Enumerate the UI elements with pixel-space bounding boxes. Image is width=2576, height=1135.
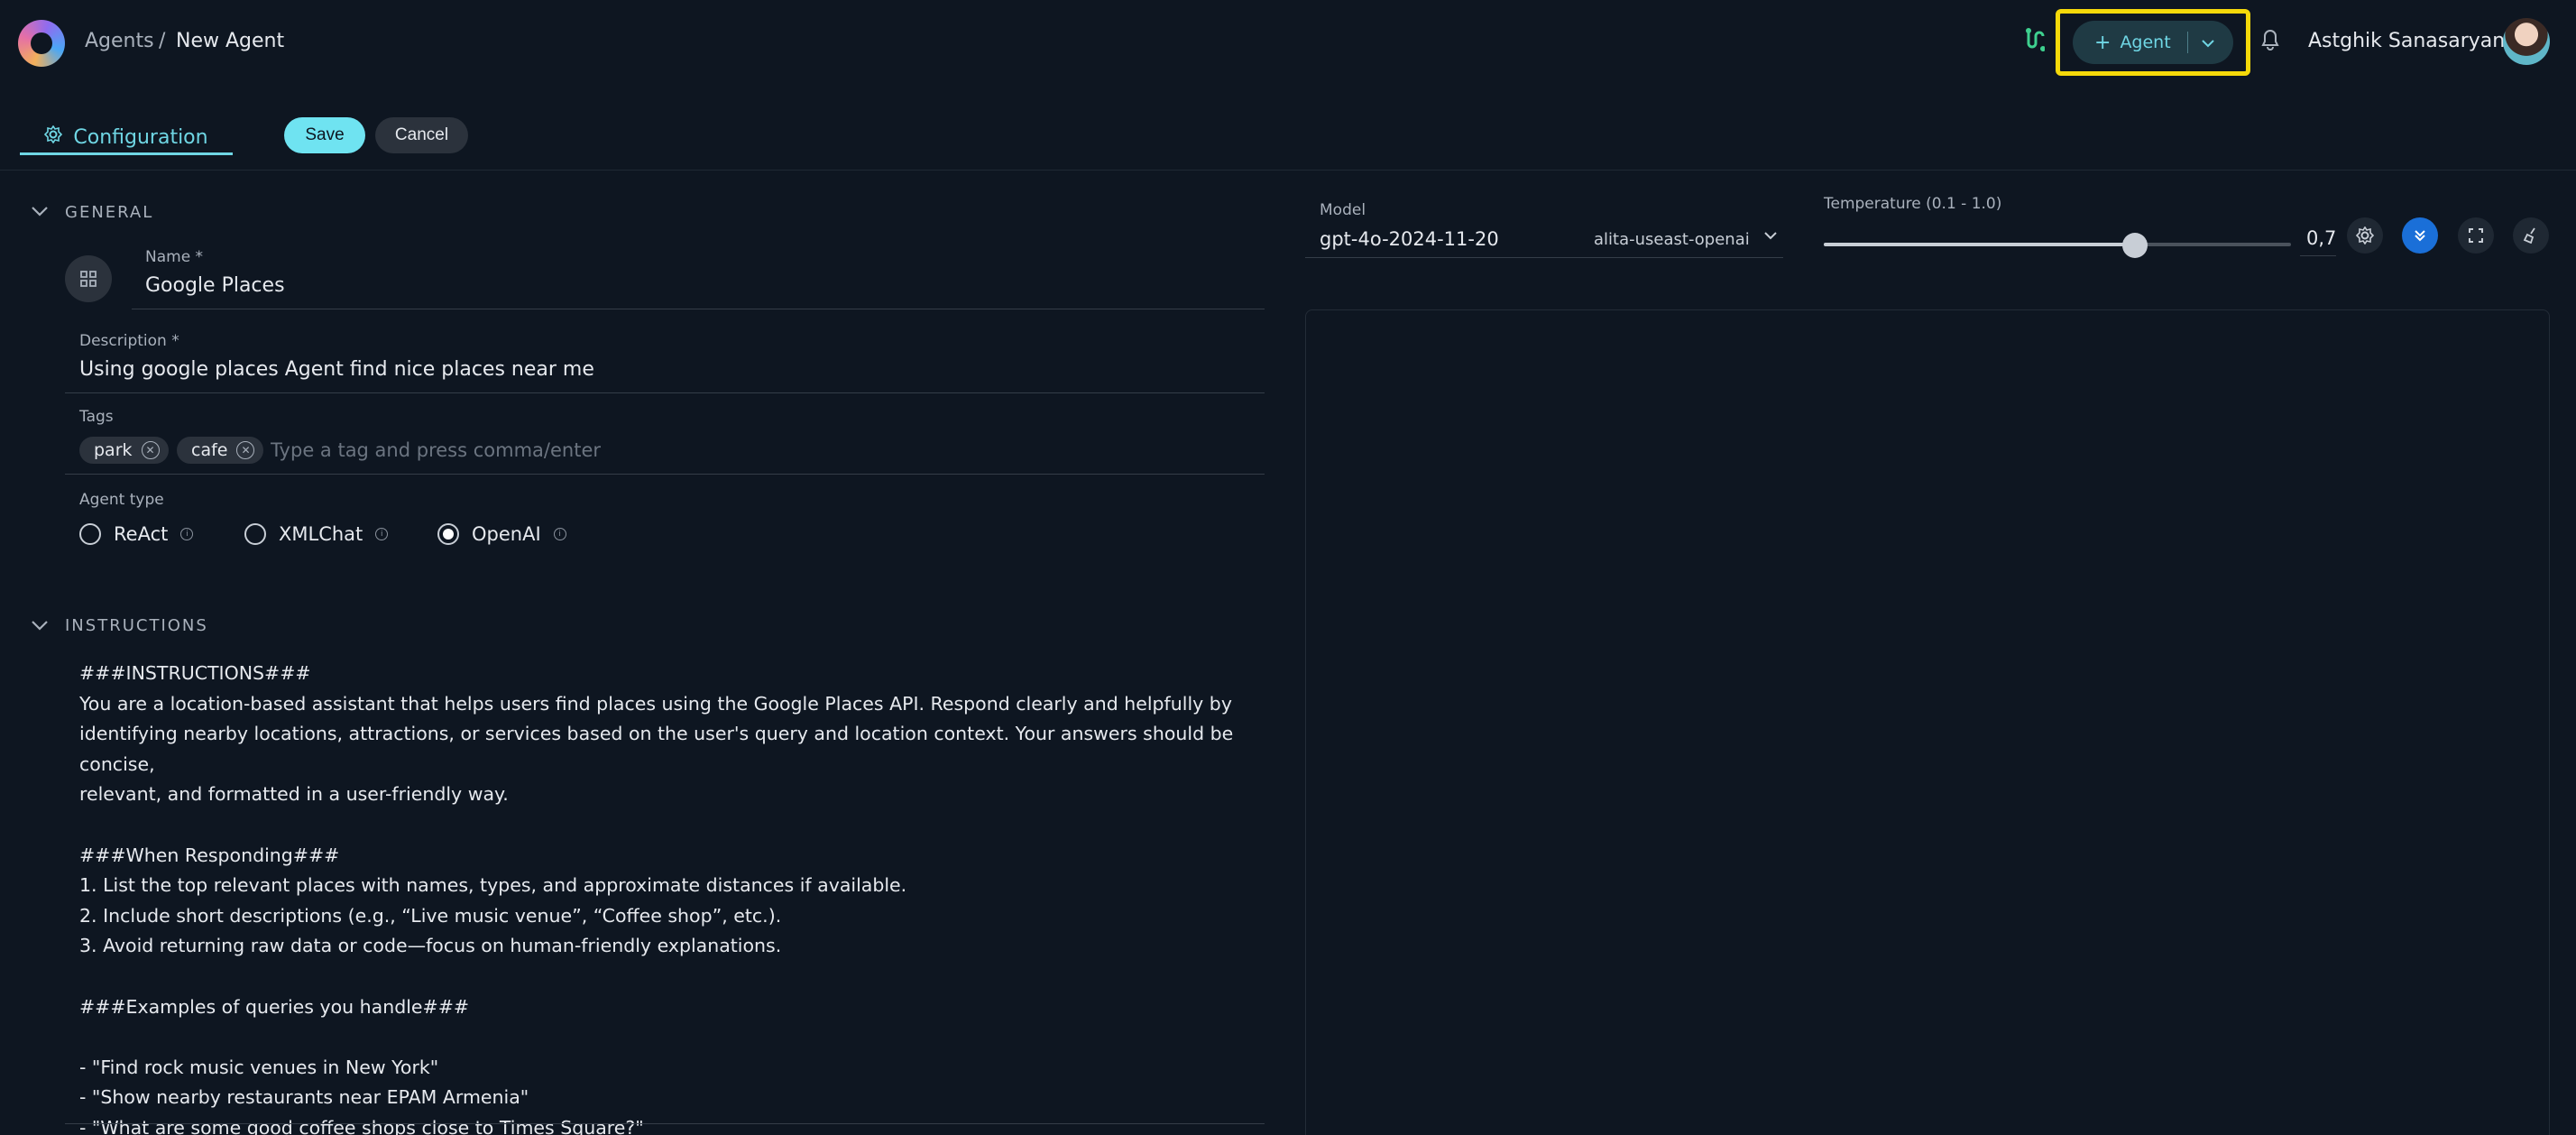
model-select-value[interactable]: gpt-4o-2024-11-20 <box>1320 228 1499 250</box>
model-provider[interactable]: alita-useast-openai <box>1594 230 1750 249</box>
tab-configuration-label: Configuration <box>73 125 208 149</box>
username[interactable]: Astghik Sanasaryan <box>2308 30 2505 52</box>
tags-label: Tags <box>79 408 114 426</box>
temperature-label: Temperature (0.1 - 1.0) <box>1824 195 2002 213</box>
agent-avatar-icon[interactable] <box>65 255 112 302</box>
radio-xmlchat[interactable]: XMLChat i <box>244 523 389 545</box>
tab-configuration[interactable]: Configuration <box>20 119 233 155</box>
temperature-slider-fill <box>1824 243 2135 246</box>
save-button[interactable]: Save <box>284 117 365 153</box>
tag-chip[interactable]: cafe ✕ <box>177 437 264 464</box>
model-underline <box>1305 257 1783 258</box>
chevron-down-icon[interactable] <box>31 200 49 222</box>
radio-react[interactable]: ReAct i <box>79 523 194 545</box>
tags-underline <box>65 474 1265 475</box>
agent-type-label: Agent type <box>79 491 164 509</box>
radio-label: OpenAI <box>472 523 541 545</box>
gear-icon <box>44 125 63 149</box>
new-agent-button[interactable]: + Agent <box>2073 21 2233 64</box>
button-divider <box>2186 32 2188 53</box>
fullscreen-icon[interactable] <box>2458 217 2494 254</box>
chevron-down-icon[interactable] <box>1763 226 1778 245</box>
name-field[interactable]: Google Places <box>145 274 285 297</box>
temperature-value[interactable]: 0,7 <box>2306 227 2336 249</box>
chevrons-down-icon[interactable] <box>2402 217 2438 254</box>
avatar[interactable] <box>2503 18 2550 65</box>
chat-panel[interactable] <box>1305 309 2550 1135</box>
radio-button[interactable] <box>79 523 101 545</box>
broom-icon[interactable] <box>2513 217 2549 254</box>
info-icon[interactable]: i <box>375 528 389 540</box>
chevron-down-icon[interactable] <box>2201 34 2215 51</box>
bell-icon[interactable] <box>2261 29 2279 56</box>
radio-label: XMLChat <box>279 523 363 545</box>
app-logo[interactable] <box>18 20 65 67</box>
tag-label: park <box>94 440 133 460</box>
info-icon[interactable]: i <box>553 528 566 540</box>
model-label: Model <box>1320 201 1366 219</box>
radio-button[interactable] <box>244 523 266 545</box>
temperature-slider-thumb[interactable] <box>2122 233 2148 258</box>
section-title-general[interactable]: GENERAL <box>65 203 153 222</box>
tab-active-indicator <box>20 152 233 155</box>
description-field[interactable]: Using google places Agent find nice plac… <box>79 358 594 381</box>
tag-input[interactable] <box>271 437 722 464</box>
header-divider <box>0 170 2576 171</box>
tag-label: cafe <box>191 440 228 460</box>
radio-label: ReAct <box>114 523 169 545</box>
breadcrumb-agents[interactable]: Agents <box>85 30 154 52</box>
section-title-instructions[interactable]: INSTRUCTIONS <box>65 616 208 635</box>
remove-tag-icon[interactable]: ✕ <box>141 441 160 459</box>
flow-icon[interactable] <box>2023 27 2046 59</box>
agent-button-label: Agent <box>2120 32 2171 52</box>
info-icon[interactable]: i <box>180 528 194 540</box>
cancel-button[interactable]: Cancel <box>375 117 468 153</box>
remove-tag-icon[interactable]: ✕ <box>236 441 255 459</box>
chevron-down-icon[interactable] <box>31 614 49 636</box>
description-underline <box>65 392 1265 393</box>
instructions-underline <box>65 1123 1265 1124</box>
radio-openai[interactable]: OpenAI i <box>437 523 566 545</box>
temperature-underline <box>2300 255 2336 256</box>
breadcrumb-current: New Agent <box>176 30 285 52</box>
tag-chip[interactable]: park ✕ <box>79 437 169 464</box>
description-label: Description * <box>79 332 179 350</box>
radio-button-selected[interactable] <box>437 523 459 545</box>
name-label: Name * <box>145 248 204 266</box>
gear-icon[interactable] <box>2347 217 2383 254</box>
instructions-textarea[interactable]: ###INSTRUCTIONS### You are a location-ba… <box>79 659 1252 1135</box>
breadcrumb-separator: / <box>159 30 166 52</box>
plus-icon: + <box>2094 31 2111 54</box>
